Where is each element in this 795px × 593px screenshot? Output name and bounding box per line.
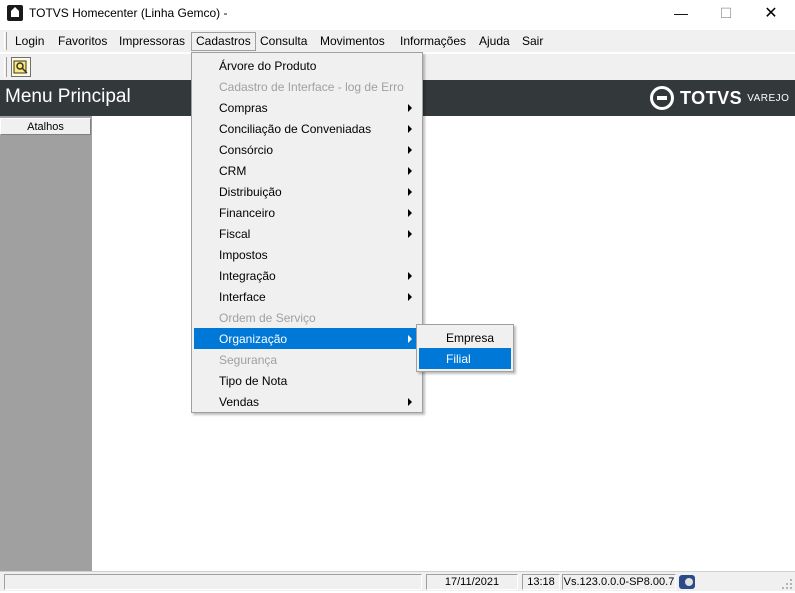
submenu-arrow-icon bbox=[408, 167, 412, 175]
menu-informacoes[interactable]: Informações bbox=[395, 32, 471, 51]
submenu-arrow-icon bbox=[408, 230, 412, 238]
submenu-arrow-icon bbox=[408, 188, 412, 196]
status-bar: 17/11/2021 13:18 Vs.123.0.0.0-SP8.00.7 bbox=[0, 571, 795, 591]
minimize-button[interactable]: — bbox=[658, 0, 704, 26]
status-version: Vs.123.0.0.0-SP8.00.7 bbox=[562, 574, 676, 590]
connection-icon bbox=[679, 575, 695, 589]
menu-item-financeiro[interactable]: Financeiro bbox=[194, 202, 420, 223]
menu-item-cadastro-de-interface: Cadastro de Interface - log de Erro bbox=[194, 76, 420, 97]
menu-bar: Login Favoritos Impressoras Cadastros Co… bbox=[0, 30, 795, 52]
menu-item-organizacao[interactable]: Organização bbox=[194, 328, 420, 349]
menu-item-compras[interactable]: Compras bbox=[194, 97, 420, 118]
menu-item-consorcio[interactable]: Consórcio bbox=[194, 139, 420, 160]
menu-item-label: Fiscal bbox=[219, 226, 251, 241]
menu-item-crm[interactable]: CRM bbox=[194, 160, 420, 181]
menu-item-label: Vendas bbox=[219, 394, 260, 409]
totvs-logo-icon bbox=[650, 86, 674, 110]
organizacao-submenu: Empresa Filial bbox=[416, 324, 514, 372]
submenu-arrow-icon bbox=[408, 335, 412, 343]
menu-item-tipo-de-nota[interactable]: Tipo de Nota bbox=[194, 370, 420, 391]
menu-item-impostos[interactable]: Impostos bbox=[194, 244, 420, 265]
menu-item-label: Tipo de Nota bbox=[219, 373, 288, 388]
cadastros-menu: Árvore do Produto Cadastro de Interface … bbox=[191, 52, 423, 413]
submenu-arrow-icon bbox=[408, 104, 412, 112]
menu-favoritos[interactable]: Favoritos bbox=[53, 32, 112, 51]
menu-ajuda[interactable]: Ajuda bbox=[474, 32, 515, 51]
menu-item-label: Ordem de Serviço bbox=[219, 310, 316, 325]
menu-movimentos[interactable]: Movimentos bbox=[315, 32, 390, 51]
submenu-arrow-icon bbox=[408, 146, 412, 154]
menu-cadastros[interactable]: Cadastros bbox=[191, 32, 256, 51]
toolbar-button[interactable] bbox=[11, 57, 31, 77]
submenu-arrow-icon bbox=[408, 209, 412, 217]
submenu-item-empresa[interactable]: Empresa bbox=[419, 327, 511, 348]
status-date: 17/11/2021 bbox=[426, 574, 518, 590]
menu-item-conciliacao[interactable]: Conciliação de Conveniadas bbox=[194, 118, 420, 139]
status-time: 13:18 bbox=[522, 574, 560, 590]
menu-impressoras[interactable]: Impressoras bbox=[114, 32, 190, 51]
menu-item-vendas[interactable]: Vendas bbox=[194, 391, 420, 412]
menu-item-label: Financeiro bbox=[219, 205, 276, 220]
toolbar-grip[interactable] bbox=[4, 57, 7, 77]
menu-item-label: Árvore do Produto bbox=[219, 58, 317, 73]
menu-sair[interactable]: Sair bbox=[517, 32, 548, 51]
submenu-arrow-icon bbox=[408, 272, 412, 280]
menu-item-label: Impostos bbox=[219, 247, 268, 262]
tab-atalhos[interactable]: Atalhos bbox=[0, 118, 91, 135]
close-button[interactable]: ✕ bbox=[748, 0, 794, 26]
window-title: TOTVS Homecenter (Linha Gemco) - bbox=[29, 6, 228, 20]
menu-item-integracao[interactable]: Integração bbox=[194, 265, 420, 286]
menu-item-ordem-de-servico: Ordem de Serviço bbox=[194, 307, 420, 328]
title-bar: TOTVS Homecenter (Linha Gemco) - — ☐ ✕ bbox=[0, 0, 795, 26]
key-icon bbox=[13, 60, 28, 74]
submenu-item-filial[interactable]: Filial bbox=[419, 348, 511, 369]
submenu-arrow-icon bbox=[408, 125, 412, 133]
menubar-grip[interactable] bbox=[4, 32, 7, 50]
menu-item-distribuicao[interactable]: Distribuição bbox=[194, 181, 420, 202]
menu-item-label: Consórcio bbox=[219, 142, 274, 157]
menu-item-label: Segurança bbox=[219, 352, 278, 367]
maximize-button[interactable]: ☐ bbox=[703, 0, 749, 26]
submenu-arrow-icon bbox=[408, 293, 412, 301]
menu-item-label: Organização bbox=[219, 331, 288, 346]
menu-item-label: Cadastro de Interface - log de Erro bbox=[219, 79, 404, 94]
menu-item-arvore-do-produto[interactable]: Árvore do Produto bbox=[194, 55, 420, 76]
submenu-arrow-icon bbox=[408, 398, 412, 406]
sidebar-panel bbox=[0, 116, 92, 571]
brand-logo: TOTVS VAREJO bbox=[650, 86, 789, 110]
menu-item-interface[interactable]: Interface bbox=[194, 286, 420, 307]
menu-login[interactable]: Login bbox=[10, 32, 49, 51]
page-title: Menu Principal bbox=[5, 86, 131, 107]
menu-consulta[interactable]: Consulta bbox=[255, 32, 312, 51]
brand-name: TOTVS bbox=[680, 87, 743, 108]
menu-item-label: Distribuição bbox=[219, 184, 282, 199]
menu-item-label: Conciliação de Conveniadas bbox=[219, 121, 372, 136]
size-grip-icon[interactable] bbox=[781, 578, 793, 590]
menu-item-label: Compras bbox=[219, 100, 268, 115]
menu-item-fiscal[interactable]: Fiscal bbox=[194, 223, 420, 244]
brand-sub: VAREJO bbox=[747, 92, 790, 104]
status-message bbox=[4, 574, 422, 590]
menu-item-seguranca: Segurança bbox=[194, 349, 420, 370]
app-icon bbox=[7, 5, 23, 21]
menu-item-label: Integração bbox=[219, 268, 276, 283]
menu-item-label: Interface bbox=[219, 289, 266, 304]
menu-item-label: CRM bbox=[219, 163, 247, 178]
